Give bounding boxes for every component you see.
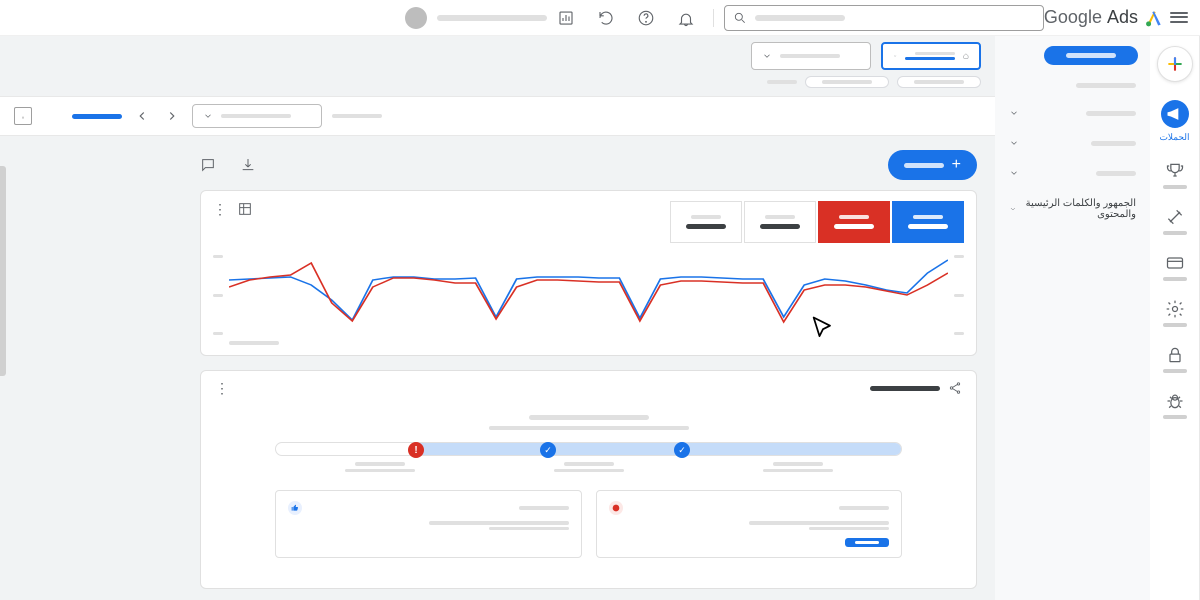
bell-icon[interactable] [677,9,695,27]
sidebar-section-audiences[interactable]: الجمهور والكلمات الرئيسية والمحتوى [995,188,1150,224]
performance-chart-card: ⋮ [200,190,977,356]
progress-labels [275,462,902,472]
app-header: Google Ads [0,0,1200,36]
rail-security[interactable] [1150,345,1199,373]
sidebar-primary-button[interactable] [1044,46,1138,65]
rail-admin[interactable] [1150,299,1199,327]
rail-campaigns[interactable]: الحملات [1150,100,1199,143]
card-title [870,386,940,391]
download-icon[interactable] [240,157,256,173]
metric-tabs [670,201,964,243]
rail-billing[interactable] [1150,253,1199,281]
card-menu-icon[interactable]: ⋮ [215,381,229,395]
help-icon[interactable] [637,9,655,27]
rail-goals[interactable] [1150,161,1199,189]
header-icon-group [557,9,714,27]
toolbar-label [332,114,382,118]
metric-tab-2[interactable] [744,201,816,243]
thumbs-up-icon [288,501,302,515]
sidebar-item-1[interactable] [995,73,1150,98]
recommendation-action-button[interactable] [845,538,889,547]
table-icon[interactable] [237,201,253,217]
note-icon[interactable] [14,107,32,125]
recommendation-box-1[interactable] [275,490,582,558]
gear-icon [1165,299,1185,319]
chevron-down-icon [762,51,772,61]
comment-icon[interactable] [200,157,216,173]
search-icon [733,11,747,25]
x-axis [213,335,964,345]
chevron-down-icon [1009,138,1019,148]
hamburger-icon[interactable] [1170,9,1188,27]
metric-tab-3[interactable] [818,201,890,243]
tools-icon [1165,207,1185,227]
filter-chip-1[interactable] [805,76,889,88]
sidebar-item-4[interactable] [995,158,1150,188]
rail-tools[interactable] [1150,207,1199,235]
card-menu-icon[interactable]: ⋮ [213,202,227,216]
reports-icon[interactable] [557,9,575,27]
sub-toolbar [0,96,995,136]
secondary-sidebar: الجمهور والكلمات الرئيسية والمحتوى [995,36,1150,600]
account-name-placeholder [437,15,547,21]
search-box[interactable] [724,5,1044,31]
create-button[interactable] [1157,46,1193,82]
refresh-icon[interactable] [597,9,615,27]
chevron-down-icon [1009,108,1019,118]
chevron-down-icon [1009,204,1017,214]
chevron-down-icon [1009,168,1019,178]
collapse-handle[interactable] [0,166,6,376]
trophy-icon [1165,161,1185,181]
main-content: + ⋮ [0,36,995,600]
search-placeholder [755,15,845,21]
plus-icon: + [952,156,961,174]
progress-marker-check-2: ✓ [674,442,690,458]
sidebar-item-2[interactable] [995,98,1150,128]
rail-campaigns-label: الحملات [1159,132,1189,143]
share-icon[interactable] [948,381,962,395]
prev-button[interactable] [132,106,152,126]
google-ads-logo-icon [1144,8,1164,28]
filter-chip-2[interactable] [897,76,981,88]
nav-rail: الحملات [1150,36,1200,600]
view-dropdown[interactable] [192,104,322,128]
chip-row [0,76,995,96]
brand-text: Google Ads [1044,7,1138,28]
y-axis-left [213,255,223,335]
metric-tab-4[interactable] [892,201,964,243]
bug-icon [1165,391,1185,411]
score-progress-bar: ! ✓ ✓ [275,442,902,456]
warning-badge-icon [609,501,623,515]
sidebar-item-3[interactable] [995,128,1150,158]
action-row: + [200,150,977,180]
optimization-score-card: ⋮ ! ✓ ✓ [200,370,977,589]
logo-section: Google Ads [1044,7,1188,28]
y-axis-right [954,255,964,335]
chevron-down-icon [203,111,213,121]
recommendation-box-2[interactable] [596,490,903,558]
top-toolbar [0,36,995,76]
plus-icon [1165,54,1185,74]
filter-dropdown-home[interactable] [881,42,981,70]
progress-marker-check-1: ✓ [540,442,556,458]
sidebar-section-label: الجمهور والكلمات الرئيسية والمحتوى [1017,198,1136,220]
megaphone-icon [1165,104,1185,124]
active-tab-indicator[interactable] [72,114,122,119]
lock-icon [1165,345,1185,365]
metric-tab-1[interactable] [670,201,742,243]
chevron-down-icon [893,51,897,61]
card-icon [1165,253,1185,273]
home-icon [963,49,969,63]
filter-dropdown-1[interactable] [751,42,871,70]
add-button[interactable]: + [888,150,977,180]
line-chart [229,255,948,335]
user-avatar[interactable] [405,7,427,29]
progress-marker-warning: ! [408,442,424,458]
next-button[interactable] [162,106,182,126]
rail-bug[interactable] [1150,391,1199,419]
